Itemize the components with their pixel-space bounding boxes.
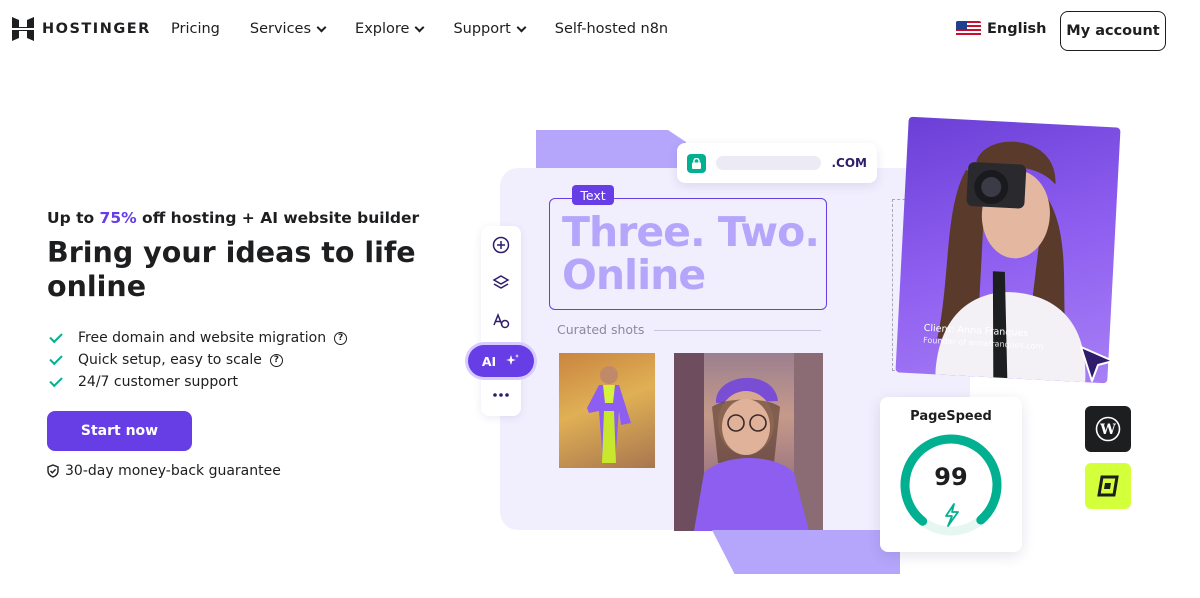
- us-flag-icon: [956, 21, 981, 37]
- pagespeed-title: PageSpeed: [910, 409, 992, 424]
- chevron-down-icon: [415, 22, 425, 32]
- promo-discount: 75%: [99, 209, 137, 227]
- nav-services[interactable]: Services: [249, 21, 327, 37]
- decor-strip: [712, 530, 900, 574]
- hostinger-logo-icon: [12, 17, 34, 41]
- nav-explore[interactable]: Explore: [355, 21, 425, 37]
- list-item: Free domain and website migration ?: [47, 327, 348, 349]
- nav-pricing[interactable]: Pricing: [171, 21, 220, 37]
- language-selector[interactable]: English: [956, 21, 1047, 37]
- photo-man-purple-suit: [559, 353, 655, 468]
- guarantee-text: 30-day money-back guarantee: [65, 463, 281, 479]
- nav-services-label: Services: [249, 21, 312, 37]
- nav-support-label: Support: [453, 21, 511, 37]
- check-icon: [49, 351, 63, 365]
- layers-icon[interactable]: [492, 274, 510, 296]
- list-item: 24/7 customer support: [47, 371, 347, 393]
- curated-label: Curated shots: [557, 322, 645, 337]
- feature-text: Free domain and website migration: [78, 330, 327, 346]
- feature-list: Free domain and website migration ? Quic…: [47, 327, 348, 393]
- help-icon[interactable]: ?: [334, 331, 348, 345]
- photo-woman-beanie: [674, 353, 823, 531]
- start-now-button[interactable]: Start now: [47, 411, 192, 451]
- ai-label: AI: [481, 353, 497, 369]
- shield-check-icon: [47, 464, 59, 478]
- decor-shape: [536, 130, 686, 170]
- domain-placeholder: [715, 156, 822, 170]
- pagespeed-score: 99: [934, 463, 968, 491]
- feature-text: 24/7 customer support: [78, 374, 239, 390]
- main-nav: Pricing Services Explore Support Self-ho…: [171, 21, 668, 37]
- svg-text:W: W: [1099, 422, 1116, 438]
- domain-suffix: .COM: [831, 156, 867, 170]
- guarantee-note: 30-day money-back guarantee: [47, 463, 281, 479]
- nav-support[interactable]: Support: [453, 21, 527, 37]
- promo-prefix: Up to: [47, 209, 100, 227]
- chevron-down-icon: [516, 22, 527, 32]
- ai-button[interactable]: AI: [468, 345, 534, 377]
- chevron-down-icon: [316, 22, 327, 32]
- pagespeed-card: PageSpeed 99: [880, 397, 1022, 552]
- language-label: English: [987, 21, 1047, 37]
- my-account-button[interactable]: My account: [1060, 11, 1166, 51]
- check-icon: [49, 373, 63, 387]
- nav-explore-label: Explore: [355, 21, 410, 37]
- promo-suffix: off hosting + AI website builder: [136, 209, 420, 227]
- cursor-arrow-icon: [1080, 346, 1114, 382]
- pagespeed-gauge: 99: [896, 430, 1006, 540]
- sparkle-icon: [506, 354, 520, 365]
- hero-title: Bring your ideas to life online: [47, 236, 416, 303]
- nav-self-hosted-n8n[interactable]: Self-hosted n8n: [555, 21, 668, 37]
- logo-text: HOSTINGER: [42, 21, 151, 37]
- nav-pricing-label: Pricing: [171, 21, 220, 37]
- nav-n8n-label: Self-hosted n8n: [554, 21, 669, 37]
- wordpress-icon: W: [1085, 406, 1131, 452]
- promo-line: Up to 75% off hosting + AI website build…: [47, 209, 419, 227]
- check-icon: [49, 329, 63, 343]
- help-icon[interactable]: ?: [269, 353, 283, 367]
- divider: [654, 330, 821, 331]
- headline-textbox: Three. Two. Online: [549, 198, 827, 310]
- text-tag: Text: [572, 185, 614, 205]
- horizons-logo-icon: [1085, 463, 1131, 509]
- list-item: Quick setup, easy to scale ?: [47, 349, 347, 371]
- feature-text: Quick setup, easy to scale: [78, 352, 262, 368]
- add-icon[interactable]: [492, 236, 510, 258]
- logo[interactable]: HOSTINGER: [12, 17, 151, 41]
- domain-bar: .COM: [677, 143, 877, 183]
- lock-icon: [687, 153, 706, 173]
- styles-icon[interactable]: [492, 312, 510, 334]
- editor-toolbar: [481, 226, 521, 416]
- more-icon[interactable]: [493, 384, 509, 402]
